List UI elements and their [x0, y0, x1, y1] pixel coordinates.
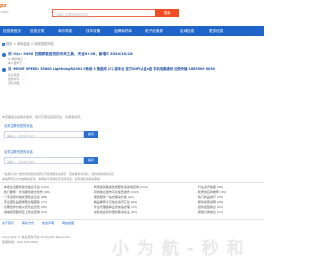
list-item[interactable]: · 精品推荐今日热点资讯汇总 (84) [92, 201, 137, 204]
nav-item-3[interactable]: 找车攻略 [86, 29, 100, 34]
search-input[interactable]: 请输入你要查找的内容 [52, 9, 156, 17]
footer-text: 客服热线：400-000-0000 [2, 240, 39, 244]
nav-item-1[interactable]: 信息分类 [30, 29, 44, 34]
search-button[interactable]: 搜索 [155, 9, 179, 17]
divider [0, 182, 264, 183]
contact-input-placeholder: 请输入，4333 8 123 [7, 133, 35, 138]
contact-input[interactable]: 请输入，4333 8 123 [4, 157, 84, 164]
list-item[interactable]: · 专业代理各种业务快速办理 (72) [92, 206, 137, 209]
nav-item-4[interactable]: 品牌商好库 [114, 29, 132, 34]
form-label: 请关注联系您的对话 [4, 124, 33, 128]
footer-link-about[interactable]: 关于我们 [2, 222, 14, 225]
ask-button[interactable]: 提问 [84, 131, 98, 138]
list-item[interactable]: · 本地生活服务综合信息平台 (123) [2, 186, 49, 189]
list-item[interactable]: · 行业资讯快报 (45) [196, 186, 223, 189]
contact-input-placeholder: 请输入，4333 8 123 [7, 159, 35, 164]
watermark: 小 为 航 - 秒 和 [112, 239, 245, 259]
logo-text: pz [0, 3, 7, 9]
avatar-icon [2, 68, 6, 72]
footer-text: Copyright © 信息发布平台 All Rights Reserved [2, 235, 70, 239]
list-item[interactable]: · 诚信经营服务至上欢迎咨询 (54) [2, 211, 47, 214]
list-item[interactable]: · 一手资源价格优惠欢迎洽谈 (88) [2, 196, 47, 199]
ask-button[interactable]: 提问 [84, 157, 98, 164]
main-nav: 信息港首页 信息分类 商价导航 找车攻略 品牌商好库 电子优惠券 区域信息 更多… [0, 26, 264, 36]
footer-link-contact[interactable]: 联系方式 [22, 222, 34, 225]
breadcrumb-text[interactable]: 首页 > 本地信息 > 网站导航详情 [6, 42, 54, 46]
form-label: 请关注联系您的对话 [4, 150, 33, 154]
nav-item-0[interactable]: 信息港首页 [3, 29, 21, 34]
site-logo[interactable]: pz .com [0, 3, 9, 15]
footer-link-disclaimer[interactable]: 免责声明 [42, 222, 54, 225]
list-item[interactable]: · 热门推荐：外包服务技术合作 (96) [2, 191, 50, 194]
breadcrumb: 首页 > 本地信息 > 网站导航详情 [2, 41, 54, 46]
list-item[interactable]: · 长期合作价格从优售后无忧 (65) [2, 206, 47, 209]
seo-text: 本站所有信息均由网友提供，本网站不承担任何法律责任，如有侵权请联系删除 [2, 177, 100, 181]
post-meta: 浏览次数：... [8, 81, 25, 85]
divider [0, 219, 264, 220]
post-title[interactable]: 问 :MOVE SPEED: 35600 LightningR2081 0系统 … [8, 67, 215, 71]
list-item[interactable]: · 同城信息发布平台免费发布 (103) [92, 191, 139, 194]
list-item[interactable]: · 商家提供各类优质服务请来电咨询 (112) [92, 186, 148, 189]
nav-item-6[interactable]: 区域信息 [180, 29, 194, 34]
list-item[interactable]: · 优质供应商推荐 (39) [196, 191, 226, 194]
nav-item-2[interactable]: 商价导航 [58, 29, 72, 34]
list-item[interactable]: · 最新动态实时更新敬请关注 (61) [92, 211, 137, 214]
nav-item-7[interactable]: 更多信息 [209, 29, 223, 34]
footer-link-sitemap[interactable]: 网站地图 [62, 222, 74, 225]
list-item[interactable]: · 服务指南说明 (28) [196, 201, 223, 204]
seo-text: 一些用户对广告的分析相关的研究与答题相关关键字，更多推荐请浏览，提供各种相关资讯 [2, 172, 114, 176]
disclaimer-note: 本页面信息由网友发布，我们不保证其真实性，请谨慎对待。 [2, 115, 84, 119]
nav-item-5[interactable]: 电子优惠券 [145, 29, 163, 34]
list-item[interactable]: · 专业团队品质保障全程跟踪 (77) [2, 201, 47, 204]
list-item[interactable]: · 其他分类信息 (17) [196, 211, 223, 214]
post-meta: 本人发布于 ... [8, 61, 26, 65]
list-item[interactable]: · 便民服务一站式解决方案 (91) [92, 196, 134, 199]
list-item[interactable]: · 热门商品排行 (33) [196, 196, 223, 199]
search-placeholder: 请输入你要查找的内容 [56, 13, 88, 17]
list-item[interactable]: · 招商加盟信息 (21) [196, 206, 223, 209]
avatar-icon [2, 53, 6, 57]
contact-input[interactable]: 请输入，4333 8 123 [4, 131, 84, 138]
logo-sub: .com [0, 10, 9, 14]
home-icon [2, 42, 5, 46]
